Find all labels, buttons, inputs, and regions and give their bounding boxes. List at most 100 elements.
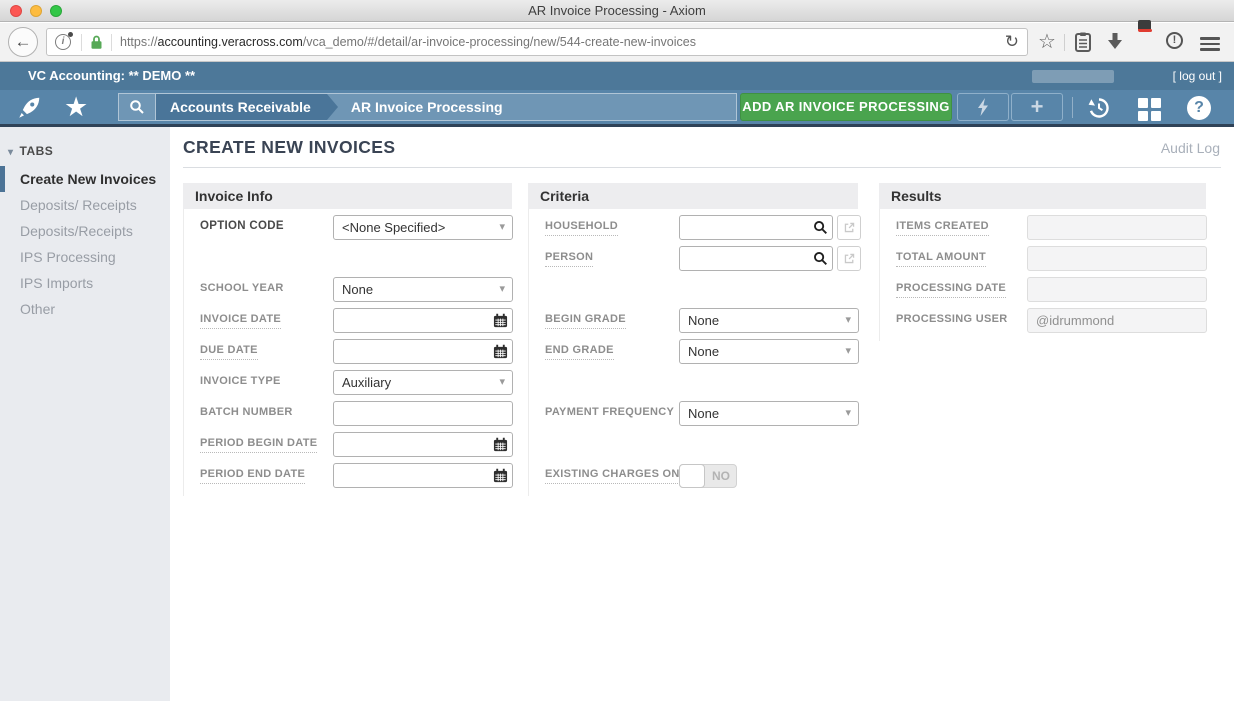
calendar-icon[interactable] — [488, 468, 512, 483]
period-begin-date-label: PERIOD BEGIN DATE — [200, 436, 317, 453]
quick-actions-button[interactable] — [957, 93, 1009, 121]
sidebar-item-ips-processing[interactable]: IPS Processing — [0, 244, 170, 270]
search-button[interactable] — [119, 94, 156, 120]
apps-grid-icon[interactable] — [1138, 98, 1161, 121]
invoice-date-field[interactable] — [333, 308, 513, 333]
begin-grade-select[interactable]: None ▾ — [679, 308, 859, 333]
reading-list-icon[interactable] — [1074, 32, 1092, 52]
household-search-field[interactable] — [679, 215, 833, 240]
close-button[interactable] — [10, 5, 22, 17]
invoice-type-select[interactable]: Auxiliary ▾ — [333, 370, 513, 395]
calendar-icon[interactable] — [488, 437, 512, 452]
school-year-select[interactable]: None ▾ — [333, 277, 513, 302]
divider — [81, 34, 82, 51]
sidebar-item-deposits-receipts-2[interactable]: Deposits/Receipts — [0, 218, 170, 244]
search-icon[interactable] — [808, 220, 832, 235]
divider — [111, 34, 112, 51]
items-created-label: ITEMS CREATED — [896, 219, 989, 236]
breadcrumb-page: AR Invoice Processing — [327, 94, 503, 120]
invoice-info-panel: Invoice Info OPTION CODE <None Specified… — [183, 183, 512, 496]
add-ar-invoice-processing-button[interactable]: ADD AR INVOICE PROCESSING — [740, 93, 952, 121]
chevron-down-icon: ▾ — [845, 340, 851, 363]
sidebar-tabs-header[interactable]: ▾ TABS — [8, 144, 53, 158]
total-amount-label: TOTAL AMOUNT — [896, 250, 986, 267]
period-end-date-input[interactable] — [334, 465, 488, 486]
site-identity-icon[interactable]: i — [55, 34, 71, 50]
history-icon[interactable] — [1087, 96, 1111, 120]
external-link-icon — [843, 252, 856, 265]
extension-info-icon[interactable]: ! — [1166, 32, 1183, 49]
zoom-button[interactable] — [50, 5, 62, 17]
due-date-label: DUE DATE — [200, 343, 258, 360]
bookmark-star-icon[interactable]: ☆ — [1038, 32, 1056, 52]
add-button[interactable]: + — [1011, 93, 1063, 121]
criteria-panel: Criteria HOUSEHOLD PERSON — [528, 183, 858, 496]
breadcrumb-section[interactable]: Accounts Receivable — [156, 94, 327, 120]
calendar-icon[interactable] — [488, 344, 512, 359]
help-icon[interactable]: ? — [1187, 96, 1211, 120]
panel-title: Results — [879, 183, 1206, 209]
items-created-value — [1027, 215, 1207, 240]
app-header: VC Accounting: ** DEMO ** [ log out ] — [0, 62, 1234, 90]
invoice-type-label: INVOICE TYPE — [200, 374, 281, 390]
person-input[interactable] — [680, 248, 808, 269]
period-end-date-field[interactable] — [333, 463, 513, 488]
invoice-date-label: INVOICE DATE — [200, 312, 281, 329]
invoice-type-value: Auxiliary — [342, 375, 391, 390]
sidebar-item-label: Create New Invoices — [20, 171, 156, 187]
minimize-button[interactable] — [30, 5, 42, 17]
search-icon[interactable] — [808, 251, 832, 266]
school-year-label: SCHOOL YEAR — [200, 281, 284, 297]
person-label: PERSON — [545, 250, 593, 267]
person-search-field[interactable] — [679, 246, 833, 271]
person-open-record-button[interactable] — [837, 246, 861, 271]
sidebar-item-create-new-invoices[interactable]: Create New Invoices — [0, 166, 170, 192]
url-text[interactable]: https://accounting.veracross.com/vca_dem… — [120, 35, 696, 49]
refresh-icon[interactable]: ↻ — [1005, 29, 1019, 55]
audit-log-link[interactable]: Audit Log — [1161, 140, 1220, 156]
period-begin-date-input[interactable] — [334, 434, 488, 455]
batch-number-input[interactable] — [334, 403, 512, 424]
sidebar: ▾ TABS Create New Invoices Deposits/ Rece… — [0, 127, 170, 701]
chevron-down-icon: ▾ — [8, 147, 14, 158]
option-code-value: <None Specified> — [342, 220, 445, 235]
existing-charges-only-label: EXISTING CHARGES ONLY? — [545, 467, 700, 484]
results-panel: Results ITEMS CREATED TOTAL AMOUNT PROCE… — [879, 183, 1206, 341]
chevron-down-icon: ▾ — [499, 278, 505, 301]
sidebar-item-other[interactable]: Other — [0, 296, 170, 322]
school-year-value: None — [342, 282, 373, 297]
due-date-input[interactable] — [334, 341, 488, 362]
divider — [183, 167, 1221, 168]
payment-frequency-label: PAYMENT FREQUENCY — [545, 405, 674, 421]
rocket-icon[interactable] — [16, 95, 42, 121]
household-open-record-button[interactable] — [837, 215, 861, 240]
favorites-star-icon[interactable]: ★ — [64, 91, 88, 123]
url-bar[interactable]: i https://accounting.veracross.com/vca_d… — [46, 28, 1028, 56]
batch-number-field[interactable] — [333, 401, 513, 426]
end-grade-select[interactable]: None ▾ — [679, 339, 859, 364]
tabs-header-label: TABS — [20, 144, 54, 158]
due-date-field[interactable] — [333, 339, 513, 364]
sidebar-item-ips-imports[interactable]: IPS Imports — [0, 270, 170, 296]
begin-grade-value: None — [688, 313, 719, 328]
back-button[interactable]: ← — [8, 27, 38, 57]
payment-frequency-select[interactable]: None ▾ — [679, 401, 859, 426]
household-input[interactable] — [680, 217, 808, 238]
external-link-icon — [843, 221, 856, 234]
total-amount-value — [1027, 246, 1207, 271]
batch-number-label: BATCH NUMBER — [200, 405, 293, 421]
toggle-knob — [679, 464, 705, 488]
period-begin-date-field[interactable] — [333, 432, 513, 457]
app-navbar: ★ Accounts Receivable AR Invoice Process… — [0, 90, 1234, 127]
existing-charges-only-toggle[interactable]: NO — [679, 464, 737, 488]
url-domain: accounting.veracross.com — [158, 35, 303, 49]
menu-icon[interactable] — [1200, 37, 1220, 54]
option-code-label: OPTION CODE — [200, 219, 284, 235]
processing-user-value: @idrummond — [1027, 308, 1207, 333]
calendar-icon[interactable] — [488, 313, 512, 328]
option-code-select[interactable]: <None Specified> ▾ — [333, 215, 513, 240]
sidebar-item-deposits-receipts-1[interactable]: Deposits/ Receipts — [0, 192, 170, 218]
download-icon[interactable] — [1106, 32, 1124, 52]
invoice-date-input[interactable] — [334, 310, 488, 331]
logout-link[interactable]: [ log out ] — [1173, 62, 1222, 90]
